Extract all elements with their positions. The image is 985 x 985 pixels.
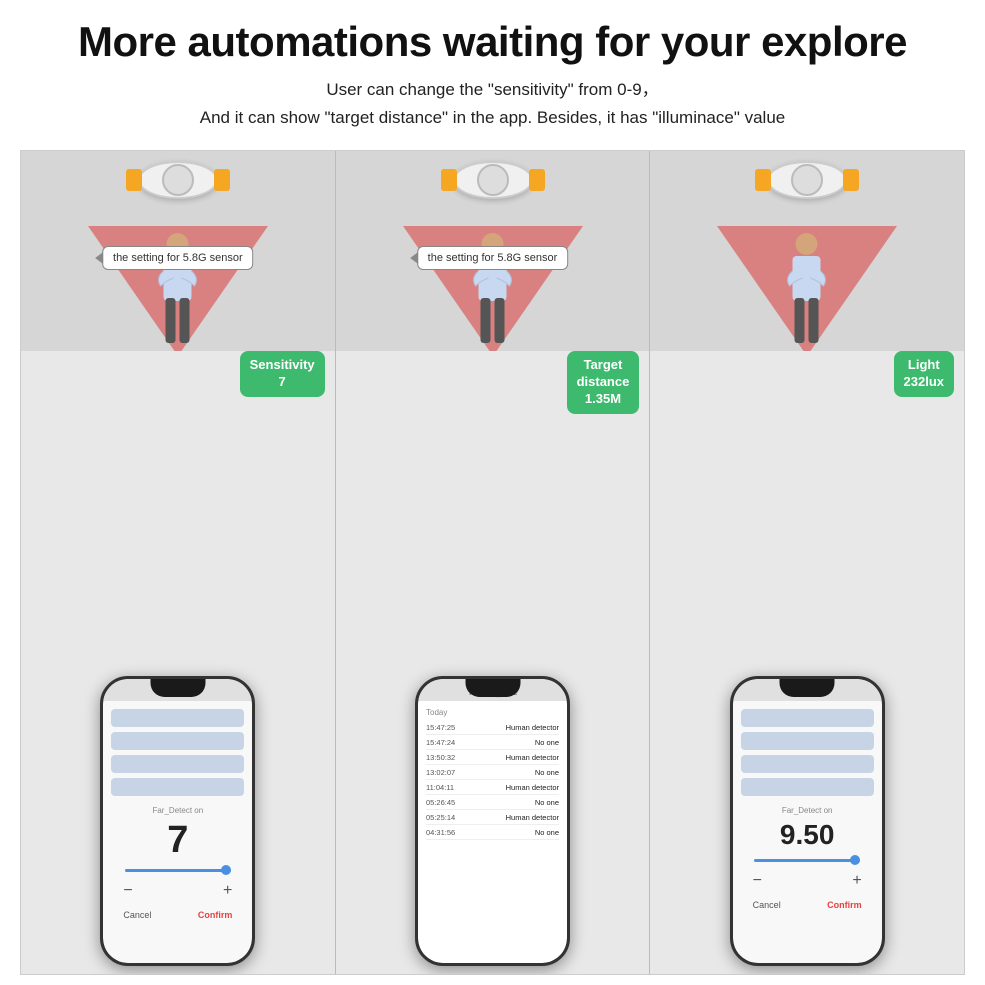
light-actions: Cancel Confirm <box>741 896 874 914</box>
subtitle-line1: User can change the "sensitivity" from 0… <box>200 76 785 104</box>
sensor-tab-right-3 <box>843 169 859 191</box>
phone-content-3: Far_Detect on 9.50 − + Cancel Confirm <box>733 701 882 963</box>
sensor-tab-right-1 <box>214 169 230 191</box>
log-row-5: 11:04:11 Human detector <box>426 780 559 795</box>
light-rows <box>741 709 874 796</box>
light-row-3 <box>741 755 874 773</box>
phone-notch-2 <box>465 679 520 697</box>
sens-minus[interactable]: − <box>123 882 132 900</box>
log-row-1: 15:47:25 Human detector <box>426 720 559 735</box>
log-row-6: 05:26:45 No one <box>426 795 559 810</box>
sens-row-1 <box>111 709 244 727</box>
light-row-4 <box>741 778 874 796</box>
badge-light: Light 232lux <box>894 351 954 397</box>
person-1 <box>145 226 210 351</box>
bubble-1: the setting for 5.8G sensor <box>102 246 254 270</box>
light-pm: − + <box>741 872 874 890</box>
sensor-inner-2 <box>477 164 509 196</box>
light-slider[interactable] <box>754 859 860 862</box>
sensor-inner-1 <box>162 164 194 196</box>
sens-row-2 <box>111 732 244 750</box>
light-confirm-btn[interactable]: Confirm <box>827 900 862 910</box>
badge-distance: Target distance 1.35M <box>567 351 640 414</box>
sensor-tab-left-2 <box>441 169 457 191</box>
sens-cancel-btn[interactable]: Cancel <box>123 910 151 920</box>
phone-sensitivity: Far_Detect on 7 − + Cancel Confirm <box>100 676 255 966</box>
light-field-label: Far_Detect on <box>741 806 874 815</box>
sens-value: 7 <box>111 821 244 859</box>
phone-container-2: TopBar_Title Today 15:47:25 Human detect… <box>336 351 650 974</box>
sensor-device-3 <box>767 161 847 199</box>
light-cancel-btn[interactable]: Cancel <box>753 900 781 910</box>
bubble-2: the setting for 5.8G sensor <box>417 246 569 270</box>
panel-light: Light 232lux <box>650 151 964 974</box>
phone-notch-3 <box>780 679 835 697</box>
sensor-area-2: the setting for 5.8G sensor <box>336 151 650 351</box>
sensor-device-1 <box>138 161 218 199</box>
light-plus[interactable]: + <box>852 872 861 890</box>
sensor-tab-left-3 <box>755 169 771 191</box>
light-row-1 <box>741 709 874 727</box>
person-2 <box>460 226 525 351</box>
sens-row-4 <box>111 778 244 796</box>
phone-container-1: Far_Detect on 7 − + Cancel Confirm <box>21 351 335 974</box>
phone-screen-3: Far_Detect on 9.50 − + Cancel Confirm <box>733 679 882 963</box>
sens-rows <box>111 709 244 796</box>
phone-light: Far_Detect on 9.50 − + Cancel Confirm <box>730 676 885 966</box>
panels-row: the setting for 5.8G sensor Sensitivity … <box>20 150 965 975</box>
sens-plus[interactable]: + <box>223 882 232 900</box>
subtitle-line2: And it can show "target distance" in the… <box>200 104 785 132</box>
main-title: More automations waiting for your explor… <box>78 18 907 66</box>
phone-screen-1: Far_Detect on 7 − + Cancel Confirm <box>103 679 252 963</box>
phone-notch-1 <box>150 679 205 697</box>
phone-content-2: Today 15:47:25 Human detector 15:47:24 N… <box>418 701 567 963</box>
log-row-4: 13:02:07 No one <box>426 765 559 780</box>
sens-slider[interactable] <box>125 869 231 872</box>
sensor-area-1: the setting for 5.8G sensor <box>21 151 335 351</box>
phone-screen-2: TopBar_Title Today 15:47:25 Human detect… <box>418 679 567 963</box>
sens-pm: − + <box>111 882 244 900</box>
badge-sensitivity: Sensitivity 7 <box>240 351 325 397</box>
person-3 <box>775 226 840 351</box>
sensor-area-3 <box>650 151 964 351</box>
phone-log: TopBar_Title Today 15:47:25 Human detect… <box>415 676 570 966</box>
log-row-2: 15:47:24 No one <box>426 735 559 750</box>
sensor-inner-3 <box>791 164 823 196</box>
phone-content-1: Far_Detect on 7 − + Cancel Confirm <box>103 701 252 963</box>
sensor-tab-left-1 <box>126 169 142 191</box>
subtitle: User can change the "sensitivity" from 0… <box>200 76 785 132</box>
sens-field-label: Far_Detect on <box>111 806 244 815</box>
light-row-2 <box>741 732 874 750</box>
log-row-8: 04:31:56 No one <box>426 825 559 840</box>
sensor-device-2 <box>453 161 533 199</box>
sens-actions: Cancel Confirm <box>111 906 244 924</box>
panel-log: the setting for 5.8G sensor Target dista… <box>336 151 651 974</box>
log-row-7: 05:25:14 Human detector <box>426 810 559 825</box>
phone-container-3: Far_Detect on 9.50 − + Cancel Confirm <box>650 351 964 974</box>
sens-row-3 <box>111 755 244 773</box>
light-minus[interactable]: − <box>753 872 762 890</box>
panel-sensitivity: the setting for 5.8G sensor Sensitivity … <box>21 151 336 974</box>
sensor-tab-right-2 <box>529 169 545 191</box>
light-value: 9.50 <box>741 821 874 849</box>
log-date: Today <box>426 708 559 717</box>
sens-confirm-btn[interactable]: Confirm <box>198 910 233 920</box>
page-wrapper: More automations waiting for your explor… <box>0 0 985 985</box>
log-row-3: 13:50:32 Human detector <box>426 750 559 765</box>
